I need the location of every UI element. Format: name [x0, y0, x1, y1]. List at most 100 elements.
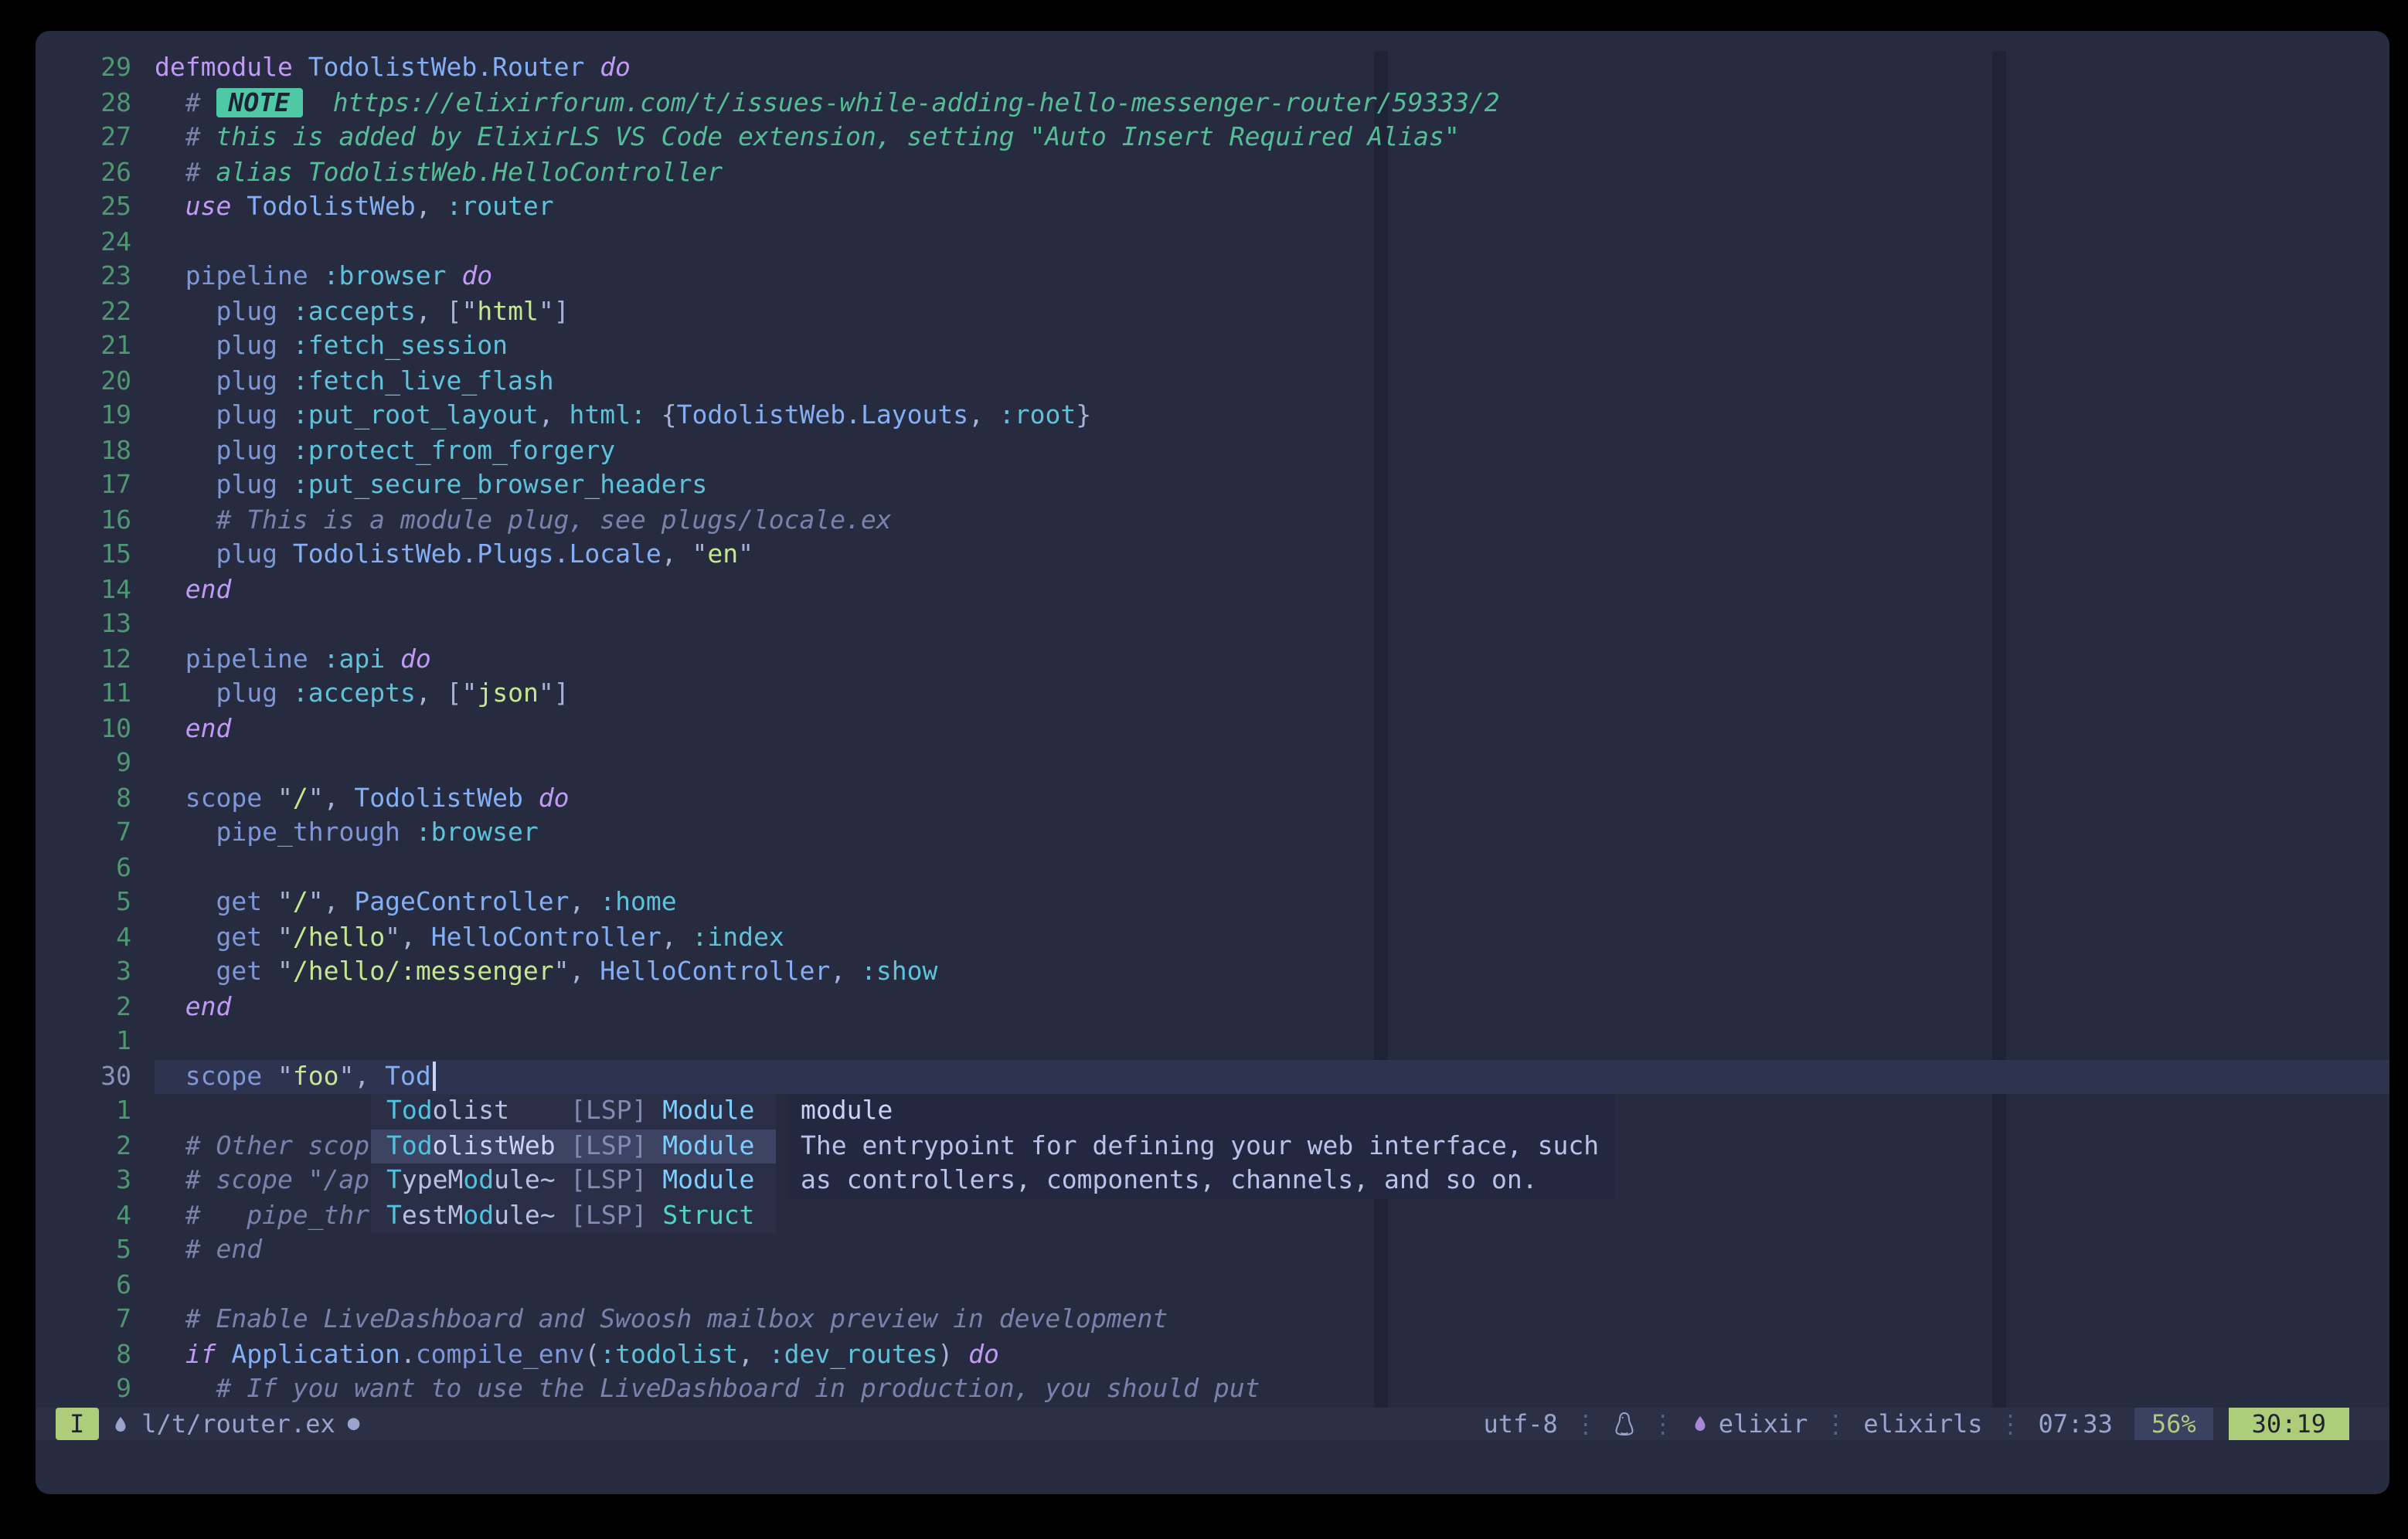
- code-text[interactable]: plug :protect_from_forgery: [155, 433, 2389, 468]
- completion-item[interactable]: TestModule~[LSP] Struct: [371, 1198, 776, 1233]
- code-line[interactable]: 11 plug :accepts, ["json"]: [36, 677, 2389, 712]
- code-line[interactable]: 19 plug :put_root_layout, html: {Todolis…: [36, 399, 2389, 433]
- code-text[interactable]: scope "/", TodolistWeb do: [155, 781, 2389, 816]
- code-text[interactable]: [155, 1268, 2389, 1303]
- cursor-position-badge: 30:19: [2229, 1408, 2349, 1440]
- code-line[interactable]: 22 plug :accepts, ["html"]: [36, 294, 2389, 329]
- code-text[interactable]: pipe_through :browser: [155, 816, 2389, 851]
- code-text[interactable]: [155, 225, 2389, 260]
- code-text[interactable]: plug :accepts, ["json"]: [155, 677, 2389, 712]
- token: [677, 539, 692, 569]
- code-text[interactable]: defmodule TodolistWeb.Router do: [155, 51, 2389, 86]
- token: :root: [999, 400, 1076, 430]
- completion-item[interactable]: TodolistWeb[LSP] Module: [371, 1129, 776, 1164]
- token: json: [477, 678, 539, 708]
- code-line[interactable]: 9 # If you want to use the LiveDashboard…: [36, 1372, 2389, 1407]
- code-text[interactable]: end: [155, 712, 2389, 746]
- code-text[interactable]: [155, 1024, 2389, 1059]
- code-line[interactable]: 12 pipeline :api do: [36, 642, 2389, 677]
- code-line[interactable]: 9: [36, 746, 2389, 781]
- code-text[interactable]: [155, 851, 2389, 885]
- code-line[interactable]: 21 plug :fetch_session: [36, 329, 2389, 364]
- modified-indicator: ●: [348, 1412, 360, 1435]
- token: [155, 713, 185, 742]
- code-line[interactable]: 6: [36, 851, 2389, 885]
- line-number: 22: [36, 294, 131, 329]
- code-text[interactable]: get "/hello", HelloController, :index: [155, 920, 2389, 955]
- doc-line: as controllers, components, channels, an…: [801, 1164, 1603, 1198]
- code-line[interactable]: 28 # NOTE https://elixirforum.com/t/issu…: [36, 86, 2389, 121]
- line-number: 24: [36, 225, 131, 260]
- code-text[interactable]: # Enable LiveDashboard and Swoosh mailbo…: [155, 1303, 2389, 1337]
- completion-item[interactable]: TypeModule~[LSP] Module: [371, 1164, 776, 1198]
- code-text[interactable]: [155, 607, 2389, 642]
- token: :todolist: [600, 1339, 738, 1368]
- code-text[interactable]: scope "foo", Tod: [155, 1059, 2389, 1094]
- code-text[interactable]: if Application.compile_env(:todolist, :d…: [155, 1337, 2389, 1372]
- statusline-right: utf-8 ⋮ ⋮ elixir ⋮ elixirls ⋮ 07:33 56% …: [1483, 1408, 2389, 1440]
- code-text[interactable]: [155, 746, 2389, 781]
- code-text[interactable]: plug :fetch_session: [155, 329, 2389, 364]
- code-line[interactable]: 16 # This is a module plug, see plugs/lo…: [36, 503, 2389, 538]
- code-line[interactable]: 24: [36, 225, 2389, 260]
- code-text[interactable]: get "/", PageController, :home: [155, 885, 2389, 920]
- code-text[interactable]: pipeline :api do: [155, 642, 2389, 677]
- statusline: I l/t/router.ex ● utf-8 ⋮ ⋮ elixir: [36, 1408, 2389, 1440]
- code-text[interactable]: pipeline :browser do: [155, 260, 2389, 294]
- code-text[interactable]: # If you want to use the LiveDashboard i…: [155, 1372, 2389, 1407]
- token: html:: [570, 400, 646, 430]
- code-text[interactable]: end: [155, 990, 2389, 1024]
- code-text[interactable]: plug :put_secure_browser_headers: [155, 468, 2389, 503]
- code-line[interactable]: 7 # Enable LiveDashboard and Swoosh mail…: [36, 1303, 2389, 1337]
- line-number: 25: [36, 190, 131, 225]
- code-line[interactable]: 30 scope "foo", Tod: [36, 1059, 2389, 1094]
- token: ,: [968, 400, 984, 430]
- code-line[interactable]: 25 use TodolistWeb, :router: [36, 190, 2389, 225]
- code-line[interactable]: 5 get "/", PageController, :home: [36, 885, 2389, 920]
- code-text[interactable]: plug :accepts, ["html"]: [155, 294, 2389, 329]
- code-text[interactable]: # this is added by ElixirLS VS Code exte…: [155, 121, 2389, 155]
- token: [155, 261, 185, 290]
- code-line[interactable]: 5 # end: [36, 1233, 2389, 1268]
- code-text[interactable]: # end: [155, 1233, 2389, 1268]
- code-text[interactable]: # NOTE https://elixirforum.com/t/issues-…: [155, 86, 2389, 121]
- code-text[interactable]: get "/hello/:messenger", HelloController…: [155, 955, 2389, 990]
- code-line[interactable]: 23 pipeline :browser do: [36, 260, 2389, 294]
- code-line[interactable]: 27 # this is added by ElixirLS VS Code e…: [36, 121, 2389, 155]
- token: do: [600, 53, 631, 82]
- code-text[interactable]: plug TodolistWeb.Plugs.Locale, "en": [155, 538, 2389, 572]
- token: [216, 1339, 232, 1368]
- code-text[interactable]: # alias TodolistWeb.HelloController: [155, 155, 2389, 190]
- token: pipeline: [185, 644, 308, 673]
- code-line[interactable]: 13: [36, 607, 2389, 642]
- code-line[interactable]: 6: [36, 1268, 2389, 1303]
- code-line[interactable]: 4 get "/hello", HelloController, :index: [36, 920, 2389, 955]
- code-line[interactable]: 3 get "/hello/:messenger", HelloControll…: [36, 955, 2389, 990]
- code-line[interactable]: 17 plug :put_secure_browser_headers: [36, 468, 2389, 503]
- code-line[interactable]: 7 pipe_through :browser: [36, 816, 2389, 851]
- code-text[interactable]: plug :fetch_live_flash: [155, 364, 2389, 399]
- token: /: [293, 783, 308, 812]
- code-line[interactable]: 18 plug :protect_from_forgery: [36, 433, 2389, 468]
- code-text[interactable]: end: [155, 572, 2389, 607]
- code-line[interactable]: 26 # alias TodolistWeb.HelloController: [36, 155, 2389, 190]
- code-line[interactable]: 10 end: [36, 712, 2389, 746]
- code-line[interactable]: 2 end: [36, 990, 2389, 1024]
- label-fragment: olist: [433, 1096, 509, 1125]
- token: [262, 783, 277, 812]
- code-text[interactable]: plug :put_root_layout, html: {TodolistWe…: [155, 399, 2389, 433]
- code-line[interactable]: 20 plug :fetch_live_flash: [36, 364, 2389, 399]
- code-line[interactable]: 8 if Application.compile_env(:todolist, …: [36, 1337, 2389, 1372]
- completion-item[interactable]: Todolist[LSP] Module: [371, 1094, 776, 1129]
- line-number: 14: [36, 572, 131, 607]
- line-number: 28: [36, 86, 131, 121]
- completion-label: Todolist: [386, 1094, 570, 1129]
- code-text[interactable]: # This is a module plug, see plugs/local…: [155, 503, 2389, 538]
- code-line[interactable]: 1: [36, 1024, 2389, 1059]
- code-line[interactable]: 8 scope "/", TodolistWeb do: [36, 781, 2389, 816]
- code-line[interactable]: 14 end: [36, 572, 2389, 607]
- code-line[interactable]: 15 plug TodolistWeb.Plugs.Locale, "en": [36, 538, 2389, 572]
- code-line[interactable]: 29defmodule TodolistWeb.Router do: [36, 51, 2389, 86]
- token: plug: [216, 365, 278, 395]
- code-text[interactable]: use TodolistWeb, :router: [155, 190, 2389, 225]
